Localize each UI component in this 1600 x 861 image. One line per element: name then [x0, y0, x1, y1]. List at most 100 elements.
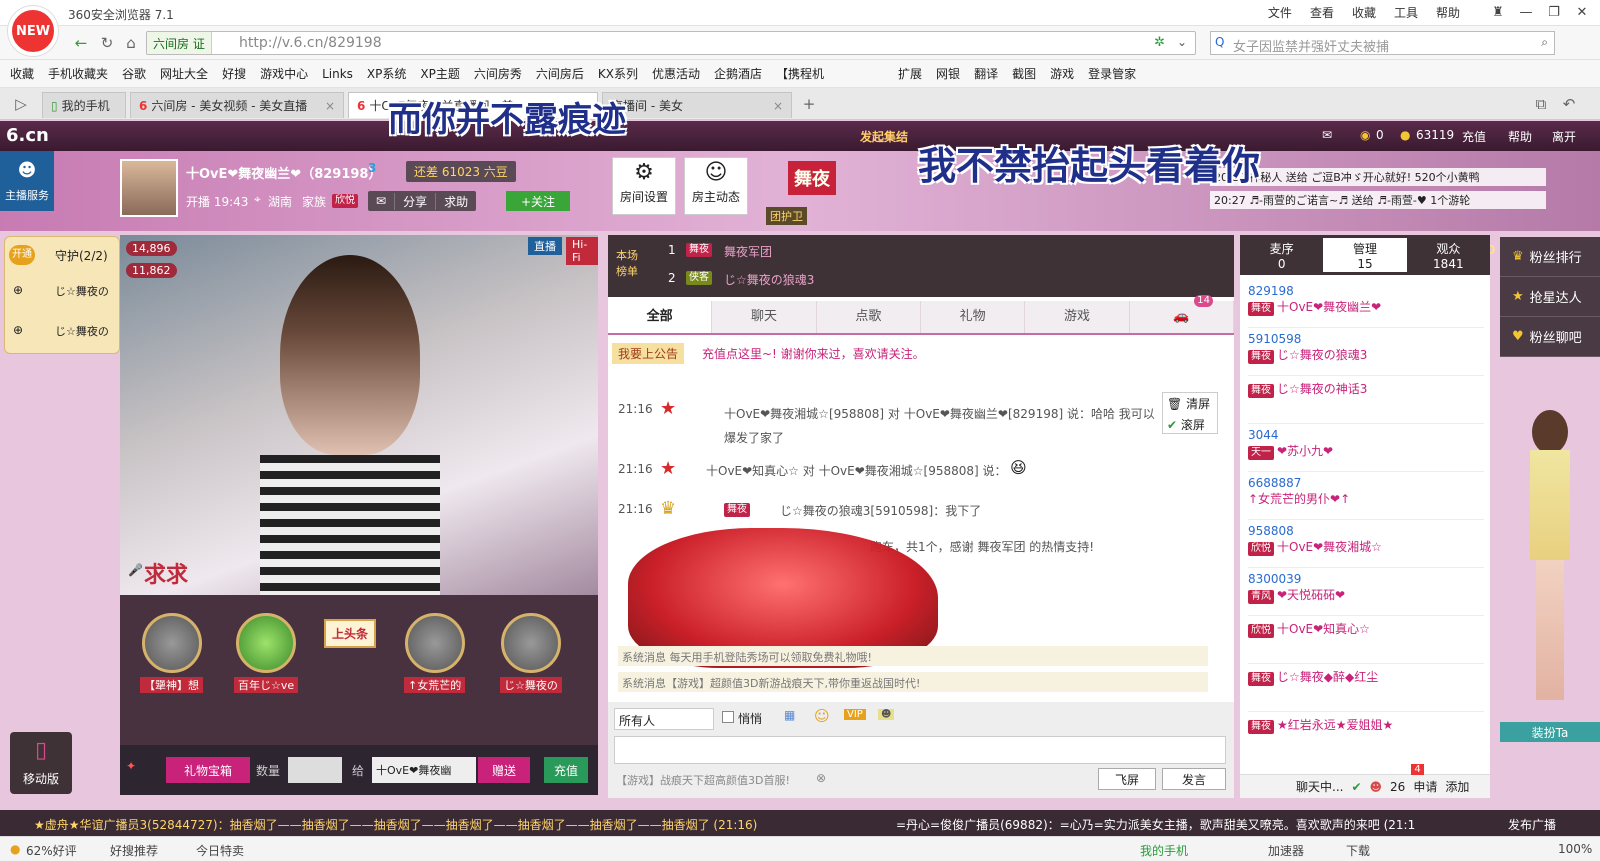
search-input[interactable]: 女子因监禁并强奸丈夫被捕 [1233, 36, 1389, 55]
download[interactable]: 下载 [1346, 842, 1370, 859]
tab-games[interactable]: 游戏 [1025, 301, 1130, 333]
my-phone[interactable]: 我的手机 [1140, 842, 1188, 859]
menu-tools[interactable]: 工具 [1394, 4, 1418, 21]
dressup-button[interactable]: 装扮Ta [1500, 722, 1600, 742]
family-badge[interactable]: 欣悦 [332, 194, 358, 208]
image-icon[interactable]: ▦ [784, 708, 795, 722]
whisper-checkbox[interactable] [722, 711, 734, 723]
user-row[interactable]: 舞夜 じ☆舞夜の神话3 [1248, 380, 1484, 424]
tool-login[interactable]: 登录管家 [1088, 65, 1136, 82]
share-button[interactable]: 分享 [394, 192, 435, 210]
broadcast-right[interactable]: =丹心=俊俊广播员(69882)：=心乃=实力派美女主播，歌声甜美又嘹亮。喜欢歌… [896, 816, 1416, 833]
menu-file[interactable]: 文件 [1268, 4, 1292, 21]
search-icon[interactable]: ⌕ [1541, 35, 1548, 50]
bookmark-item[interactable]: 网址大全 [160, 65, 208, 82]
chat-target-select[interactable]: 所有人 [614, 708, 714, 730]
chatting-status[interactable]: 聊天中... [1296, 778, 1343, 795]
tool-extensions[interactable]: 扩展 [898, 65, 922, 82]
open-guard-button[interactable]: 开通 [9, 245, 35, 265]
chat-input[interactable] [614, 736, 1226, 764]
home-icon[interactable]: ⌂ [120, 32, 142, 54]
seat-item[interactable]: 【犟神】想 [140, 613, 203, 693]
tab-gifts[interactable]: 礼物 [921, 301, 1026, 333]
browser-logo[interactable]: NEW [8, 6, 58, 56]
url-box[interactable]: 六间房 证 http://v.6.cn/829198 ✲ ⌄ [146, 31, 1196, 55]
sidebar-toggle-icon[interactable]: ▷ [10, 93, 32, 115]
clear-button[interactable]: 🗑 清屏 [1163, 393, 1217, 414]
security-icon[interactable]: ✲ [1154, 35, 1165, 50]
bookmark-item[interactable]: Links [322, 67, 353, 81]
tab-chat[interactable]: 聊天 [712, 301, 817, 333]
site-verify-tag[interactable]: 六间房 证 [147, 32, 212, 54]
leave-link[interactable]: 离开 [1552, 128, 1576, 145]
anchor-avatar[interactable] [120, 159, 178, 217]
fly-screen-button[interactable]: 飞屏 [1098, 768, 1156, 790]
video-player[interactable]: 14,896 11,862 直播 Hi-Fi 🎤 求求 [120, 235, 598, 595]
broadcast-button[interactable]: 发布广播 [1508, 816, 1556, 833]
recharge-button[interactable]: 充值 [544, 757, 588, 783]
new-tab-button[interactable]: + [798, 93, 820, 115]
close-button[interactable]: ✕ [1568, 2, 1596, 22]
launch-link[interactable]: 发起集结 [860, 128, 908, 145]
add-button[interactable]: 添加 [1445, 778, 1469, 795]
tool-bank[interactable]: 网银 [936, 65, 960, 82]
gift-box-button[interactable]: 礼物宝箱 [166, 757, 250, 783]
help-link[interactable]: 帮助 [1508, 128, 1532, 145]
bookmark-item[interactable]: 优惠活动 [652, 65, 700, 82]
bookmark-item[interactable]: 【携程机 [776, 65, 824, 82]
mic-icon[interactable]: 🎤 [128, 563, 143, 577]
bookmark-item[interactable]: 六间房后 [536, 65, 584, 82]
tab-list-icon[interactable]: ⧉ [1530, 93, 1552, 115]
qty-input[interactable] [288, 757, 342, 783]
rank-name[interactable]: じ☆舞夜の狼魂3 [724, 271, 814, 288]
maximize-button[interactable]: ❐ [1540, 2, 1568, 22]
bookmark-item[interactable]: XP系统 [367, 65, 406, 82]
bookmark-item[interactable]: 谷歌 [122, 65, 146, 82]
bookmark-item[interactable]: 手机收藏夹 [48, 65, 108, 82]
user-row[interactable]: 欣悦 十OvE❤知真心☆ [1248, 620, 1484, 664]
zoom-level[interactable]: 100% [1558, 842, 1592, 856]
emoji-button-icon[interactable]: ☺ [814, 707, 830, 725]
bookmark-item[interactable]: 六间房秀 [474, 65, 522, 82]
bookmark-item[interactable]: 游戏中心 [260, 65, 308, 82]
bookmark-item[interactable]: 好搜 [222, 65, 246, 82]
user-row[interactable]: 8300039 青风 ❤天悦砳砳❤ [1248, 572, 1484, 616]
seat-item[interactable]: ↑女荒芒的 [404, 613, 466, 693]
user-row[interactable]: 958808 欣悦 十OvE❤舞夜湘城☆ [1248, 524, 1484, 568]
user-row[interactable]: 舞夜 じ☆舞夜◆醉◆红尘 [1248, 668, 1484, 712]
user-row[interactable]: 舞夜 ★红岩永远★爱姐姐★ [1248, 716, 1484, 760]
tab-cars[interactable]: 🚗 14 [1130, 295, 1234, 333]
tool-games[interactable]: 游戏 [1050, 65, 1074, 82]
send-button[interactable]: 发言 [1162, 768, 1226, 790]
user-row[interactable]: 3044 天一 ❤苏小九❤ [1248, 428, 1484, 472]
apply-button[interactable]: 申请 4 [1411, 764, 1437, 795]
room-settings-button[interactable]: ⚙ 房间设置 [612, 157, 676, 215]
mail-icon[interactable]: ✉ [368, 194, 394, 208]
user-row[interactable]: 6688887 ↑女荒芒的男仆❤↑ [1248, 476, 1484, 520]
tab-close-icon[interactable]: × [325, 99, 335, 113]
mobile-version-button[interactable]: ▯ 移动版 [10, 732, 72, 794]
tab-mic-queue[interactable]: 麦序 0 [1240, 238, 1323, 272]
refresh-icon[interactable]: ↻ [96, 32, 118, 54]
scroll-button[interactable]: ✔ 滚屏 [1163, 414, 1217, 435]
tool-screenshot[interactable]: 截图 [1012, 65, 1036, 82]
give-button[interactable]: 赠送 [478, 757, 530, 783]
tab-admins[interactable]: 管理 15 [1323, 238, 1407, 272]
guard-group[interactable]: 团护卫 [766, 207, 807, 225]
skin-icon[interactable]: ♜ [1484, 2, 1512, 22]
announce-button[interactable]: 我要上公告 [612, 343, 685, 364]
owner-dynamic-button[interactable]: ☺ 房主动态 [684, 157, 748, 215]
guard-member[interactable]: じ☆舞夜の [55, 283, 109, 299]
bookmark-item[interactable]: XP主题 [420, 65, 459, 82]
vip-icon[interactable]: VIP [844, 709, 866, 720]
headline-button[interactable]: 上头条 [324, 619, 377, 648]
tab-songs[interactable]: 点歌 [817, 301, 921, 333]
tab-my-phone[interactable]: ▯ 我的手机 [42, 92, 126, 118]
fan-rank-button[interactable]: ♛ 粉丝排行 [1500, 237, 1600, 277]
bookmark-item[interactable]: 收藏 [10, 65, 34, 82]
undo-close-icon[interactable]: ↶ [1558, 93, 1580, 115]
tab-6cn-home[interactable]: 6 六间房 - 美女视频 - 美女直播 × [130, 92, 344, 118]
tab-all[interactable]: 全部 [608, 301, 713, 333]
url-text[interactable]: http://v.6.cn/829198 [239, 35, 382, 51]
user-row[interactable]: 5910598 舞夜 じ☆舞夜の狼魂3 [1248, 332, 1484, 376]
